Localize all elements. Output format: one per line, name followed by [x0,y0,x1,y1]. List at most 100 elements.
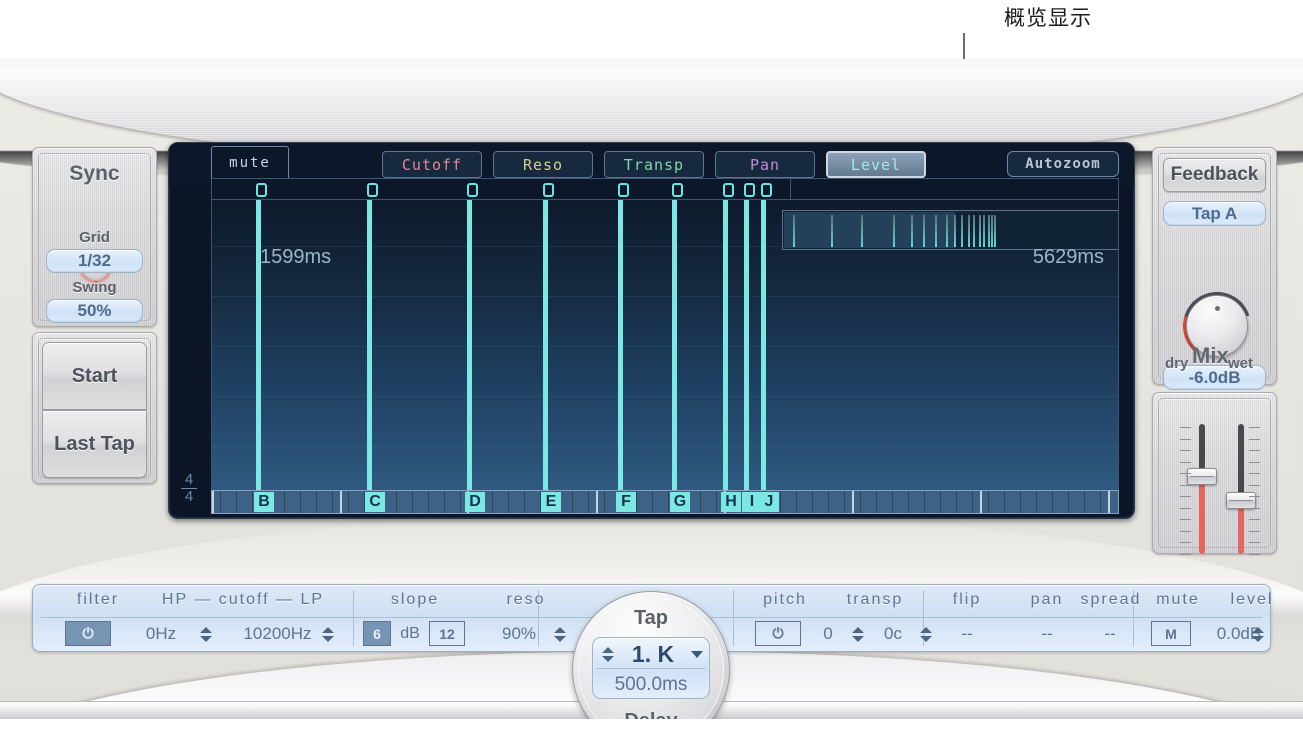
tap-ruler[interactable]: BCDEFGHIJ [211,490,1119,514]
ruler-tap-label-f[interactable]: F [616,492,636,512]
filter-range-label: HP — cutoff — LP [143,591,343,613]
filter-hp-value[interactable]: 0Hz [131,621,191,647]
tab-cutoff[interactable]: Cutoff [382,151,482,178]
mix-title: Mix [1192,343,1229,369]
pitch-power-button[interactable]: ⏻ [755,621,801,646]
overview-tap-mark [983,215,985,247]
tap-selector-field[interactable]: 1. K 500.0ms [592,637,710,699]
wet-fader-tick [1249,473,1260,474]
tap-level-bar-g[interactable] [672,200,677,490]
tap-graph[interactable]: 1599ms 5629ms [211,200,1119,490]
flip-value[interactable]: -- [931,621,1003,647]
tap-level-bar-h[interactable] [723,200,728,490]
overview-selection-region[interactable] [784,212,955,248]
dry-fader-tick [1180,462,1191,463]
ruler-tap-label-g[interactable]: G [670,492,690,512]
reso-value[interactable]: 90% [488,621,550,647]
tap-level-bar-d[interactable] [467,200,472,490]
mute-marker-d[interactable] [467,183,478,197]
overview-tap-mark [831,215,833,247]
mute-marker-row[interactable] [211,178,1119,200]
reso-stepper[interactable] [553,623,567,645]
ruler-tap-label-e[interactable]: E [541,492,561,512]
grid-value[interactable]: 1/32 [46,249,143,273]
tap-level-bar-b[interactable] [256,200,261,490]
dry-fader-handle[interactable] [1187,468,1217,485]
wet-fader-track[interactable] [1238,424,1244,554]
ruler-bar-marker [1108,491,1110,513]
mute-marker-e[interactable] [543,183,554,197]
ruler-tick [780,491,781,513]
mute-marker-j[interactable] [761,183,772,197]
ruler-tap-label-j[interactable]: J [759,492,779,512]
autozoom-button[interactable]: Autozoom [1007,151,1119,177]
tap-level-bar-c[interactable] [367,200,372,490]
ruler-tick [252,491,253,513]
wet-fader-tick [1249,439,1260,440]
tap-delay-time-value[interactable]: 500.0ms [593,672,709,698]
dry-fader-tick [1180,496,1191,497]
pitch-label: pitch [745,591,825,613]
mute-marker-g[interactable] [672,183,683,197]
filter-power-button[interactable]: ⏻ [65,621,111,646]
level-value[interactable]: 0.0dB [1199,621,1279,647]
ruler-tick [428,491,429,513]
tap-level-bar-f[interactable] [618,200,623,490]
mute-tab[interactable]: mute [211,146,289,178]
filter-lp-value[interactable]: 10200Hz [225,621,330,647]
mute-marker-i[interactable] [744,183,755,197]
overview-tap-mark [988,215,990,247]
overview-tap-mark [991,215,993,247]
overview-tap-mark [954,215,956,247]
filter-lp-stepper[interactable] [321,623,335,645]
start-button[interactable]: Start [42,342,147,410]
level-stepper[interactable] [1251,623,1265,645]
delay-display[interactable]: Cutoff Reso Transp Pan Level Autozoom mute [168,142,1135,519]
tab-level[interactable]: Level [826,151,926,178]
filter-hp-stepper[interactable] [199,623,213,645]
feedback-tap-selector[interactable]: Tap A [1163,201,1266,226]
overview-tap-mark [994,215,996,247]
ruler-tick [396,491,397,513]
tap-level-bar-j[interactable] [761,200,766,490]
slope-6db-button[interactable]: 6 [363,621,391,646]
tab-reso[interactable]: Reso [493,151,593,178]
time-start-label: 1599ms [260,246,331,269]
tab-pan[interactable]: Pan [715,151,815,178]
time-end-label: 5629ms [1033,246,1104,269]
ruler-tap-label-h[interactable]: H [721,492,741,512]
transp-semitone-stepper[interactable] [851,623,865,645]
swing-value[interactable]: 50% [46,299,143,323]
mute-toggle-button[interactable]: M [1151,621,1191,646]
tab-transp[interactable]: Transp [604,151,704,178]
reso-label: reso [481,591,571,613]
feedback-knob-indicator [1215,306,1220,311]
ruler-tick [444,491,445,513]
ruler-tap-label-d[interactable]: D [465,492,485,512]
dry-fader-track[interactable] [1199,424,1205,554]
slope-12db-button[interactable]: 12 [429,621,465,646]
transp-semitone-value[interactable]: 0 [811,621,845,647]
mute-marker-b[interactable] [256,183,267,197]
last-tap-button[interactable]: Last Tap [42,410,147,478]
mute-marker-c[interactable] [367,183,378,197]
tap-number-stepper[interactable] [601,643,615,665]
tap-cluster-sublabel: Delay [572,710,730,719]
parambar-section-divider [733,590,734,646]
ruler-bar-marker [340,491,342,513]
ruler-tap-label-b[interactable]: B [254,492,274,512]
tap-level-bar-e[interactable] [543,200,548,490]
tap-level-bar-i[interactable] [744,200,749,490]
spread-value[interactable]: -- [1055,621,1165,647]
swing-label: Swing [32,279,157,296]
chevron-down-icon[interactable] [691,651,703,658]
mute-marker-h[interactable] [723,183,734,197]
ruler-tap-label-c[interactable]: C [365,492,385,512]
transp-cent-value[interactable]: 0c [873,621,913,647]
flip-label: flip [931,591,1003,613]
ruler-bar-marker [596,491,598,513]
feedback-button[interactable]: Feedback [1163,158,1266,192]
mute-marker-f[interactable] [618,183,629,197]
overview-display[interactable] [782,210,1119,250]
tap-selector-value[interactable]: 1. K [617,641,689,667]
